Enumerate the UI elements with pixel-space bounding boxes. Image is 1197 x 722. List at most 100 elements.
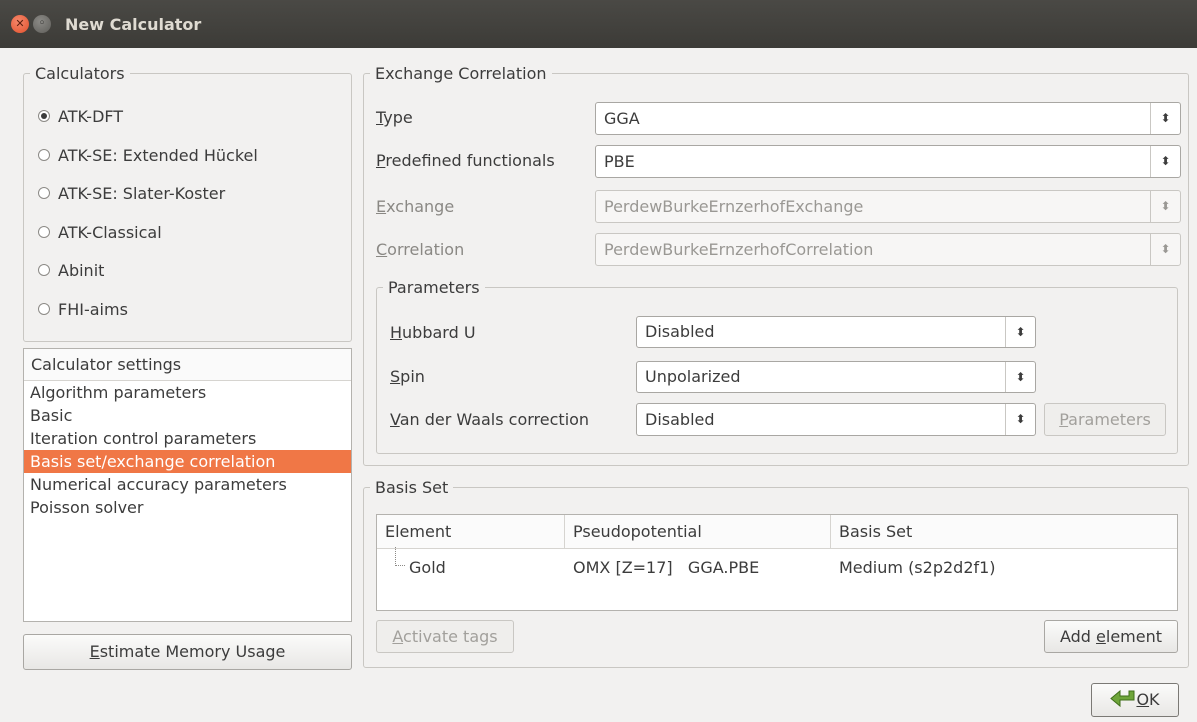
radio-fhi-aims[interactable]: FHI-aims <box>38 297 128 321</box>
combo-value: GGA <box>604 109 640 128</box>
column-header-basis-set[interactable]: Basis Set <box>831 515 1177 549</box>
button-label: ctivate tags <box>403 627 498 646</box>
combo-value: Disabled <box>645 410 715 429</box>
table-header: Element Pseudopotential Basis Set <box>377 515 1177 549</box>
vdw-correction-combo[interactable]: Disabled ⬍ <box>636 403 1036 436</box>
cell-element: Gold <box>409 558 446 577</box>
basis-set-table: Element Pseudopotential Basis Set Gold O… <box>376 514 1178 611</box>
predefined-functionals-combo[interactable]: PBE ⬍ <box>595 145 1181 178</box>
radio-label: Abinit <box>58 260 105 280</box>
correlation-label: Correlation <box>376 240 464 259</box>
exchange-label: Exchange <box>376 197 454 216</box>
label-text: redefined functionals <box>385 151 555 170</box>
radio-unchecked-icon[interactable] <box>38 187 50 199</box>
mnemonic-letter: e <box>1096 627 1106 646</box>
mnemonic-letter: O <box>1136 690 1150 709</box>
button-label-prefix: Add <box>1059 627 1097 646</box>
hubbard-u-label: Hubbard U <box>390 323 476 342</box>
close-icon[interactable]: ✕ <box>11 15 29 33</box>
radio-unchecked-icon[interactable] <box>38 226 50 238</box>
combo-value: PerdewBurkeErnzerhofCorrelation <box>604 240 874 259</box>
settings-item-basis-set-exchange[interactable]: Basis set/exchange correlation <box>24 450 351 473</box>
radio-unchecked-icon[interactable] <box>38 303 50 315</box>
button-label: arameters <box>1068 410 1151 429</box>
spin-label: Spin <box>390 367 425 386</box>
activate-tags-button[interactable]: Activate tags <box>376 620 514 653</box>
radio-atk-se-slater-koster[interactable]: ATK-SE: Slater-Koster <box>38 181 225 205</box>
radio-atk-classical[interactable]: ATK-Classical <box>38 220 162 244</box>
updown-arrows-icon: ⬍ <box>1005 404 1035 435</box>
label-text: ubbard U <box>402 323 476 342</box>
radio-unchecked-icon[interactable] <box>38 264 50 276</box>
combo-value: Unpolarized <box>645 367 741 386</box>
mnemonic-letter: A <box>392 627 404 646</box>
type-combo[interactable]: GGA ⬍ <box>595 102 1181 135</box>
radio-label: ATK-SE: Slater-Koster <box>58 183 226 203</box>
type-label: Type <box>376 108 413 127</box>
combo-value: Disabled <box>645 322 715 341</box>
mnemonic-letter: H <box>390 323 403 342</box>
mnemonic-letter: C <box>376 240 388 259</box>
settings-item-iteration-control[interactable]: Iteration control parameters <box>24 427 351 450</box>
mnemonic-letter: S <box>390 367 401 386</box>
parameters-button[interactable]: Parameters <box>1044 403 1166 436</box>
minimize-icon[interactable]: ◦ <box>33 15 51 33</box>
basis-set-legend: Basis Set <box>375 478 449 497</box>
updown-arrows-icon: ⬍ <box>1150 191 1180 222</box>
calculators-legend: Calculators <box>35 64 125 83</box>
label-text: xchange <box>386 197 455 216</box>
calculator-settings-list: Calculator settings Algorithm parameters… <box>23 348 352 622</box>
parameters-legend: Parameters <box>388 278 480 297</box>
column-header-pseudopotential[interactable]: Pseudopotential <box>565 515 831 549</box>
radio-unchecked-icon[interactable] <box>38 149 50 161</box>
ok-button[interactable]: OK <box>1091 683 1179 717</box>
table-row[interactable]: Gold OMX [Z=17] GGA.PBE Medium (s2p2d2f1… <box>377 547 1177 587</box>
radio-abinit[interactable]: Abinit <box>38 258 104 282</box>
radio-label: ATK-DFT <box>58 106 124 126</box>
label-text: pin <box>400 367 425 386</box>
mnemonic-letter: E <box>89 642 100 661</box>
window-title: New Calculator <box>65 15 202 34</box>
column-header-element[interactable]: Element <box>377 515 565 549</box>
exchange-correlation-legend: Exchange Correlation <box>375 64 547 83</box>
radio-label: ATK-Classical <box>58 222 162 242</box>
mnemonic-letter: P <box>376 151 386 170</box>
spin-combo[interactable]: Unpolarized ⬍ <box>636 361 1036 393</box>
exchange-combo: PerdewBurkeErnzerhofExchange ⬍ <box>595 190 1181 223</box>
add-element-button[interactable]: Add element <box>1044 620 1178 653</box>
updown-arrows-icon: ⬍ <box>1150 146 1180 177</box>
hubbard-u-combo[interactable]: Disabled ⬍ <box>636 316 1036 348</box>
button-label: lement <box>1105 627 1163 646</box>
radio-label: ATK-SE: Extended Hückel <box>58 145 258 165</box>
tree-branch-icon <box>395 547 405 566</box>
settings-item-algorithm[interactable]: Algorithm parameters <box>24 381 351 404</box>
vdw-correction-label: Van der Waals correction <box>390 410 589 429</box>
settings-item-numerical-accuracy[interactable]: Numerical accuracy parameters <box>24 473 351 496</box>
radio-label: FHI-aims <box>58 299 128 319</box>
settings-header: Calculator settings <box>24 349 351 381</box>
estimate-memory-usage-button[interactable]: Estimate Memory Usage <box>23 634 352 670</box>
radio-atk-se-huckel[interactable]: ATK-SE: Extended Hückel <box>38 143 258 167</box>
settings-item-poisson-solver[interactable]: Poisson solver <box>24 496 351 519</box>
updown-arrows-icon: ⬍ <box>1150 103 1180 134</box>
mnemonic-letter: E <box>376 197 387 216</box>
combo-value: PBE <box>604 152 635 171</box>
mnemonic-letter: V <box>390 410 400 429</box>
correlation-combo: PerdewBurkeErnzerhofCorrelation ⬍ <box>595 233 1181 266</box>
radio-checked-icon[interactable] <box>38 110 50 122</box>
cell-basis-set: Medium (s2p2d2f1) <box>839 558 996 577</box>
settings-item-basic[interactable]: Basic <box>24 404 351 427</box>
button-label: stimate Memory Usage <box>99 642 286 661</box>
label-text: orrelation <box>387 240 465 259</box>
updown-arrows-icon: ⬍ <box>1005 362 1035 392</box>
mnemonic-letter: P <box>1059 410 1069 429</box>
label-text: an der Waals correction <box>399 410 590 429</box>
button-label: K <box>1149 690 1160 709</box>
label-text: ype <box>383 108 413 127</box>
predefined-functionals-label: Predefined functionals <box>376 151 555 170</box>
window-titlebar: ✕ ◦ New Calculator <box>0 0 1197 48</box>
updown-arrows-icon: ⬍ <box>1150 234 1180 265</box>
radio-atk-dft[interactable]: ATK-DFT <box>38 104 123 128</box>
ok-arrow-icon <box>1110 689 1135 707</box>
cell-pseudopotential: OMX [Z=17] GGA.PBE <box>573 558 760 577</box>
